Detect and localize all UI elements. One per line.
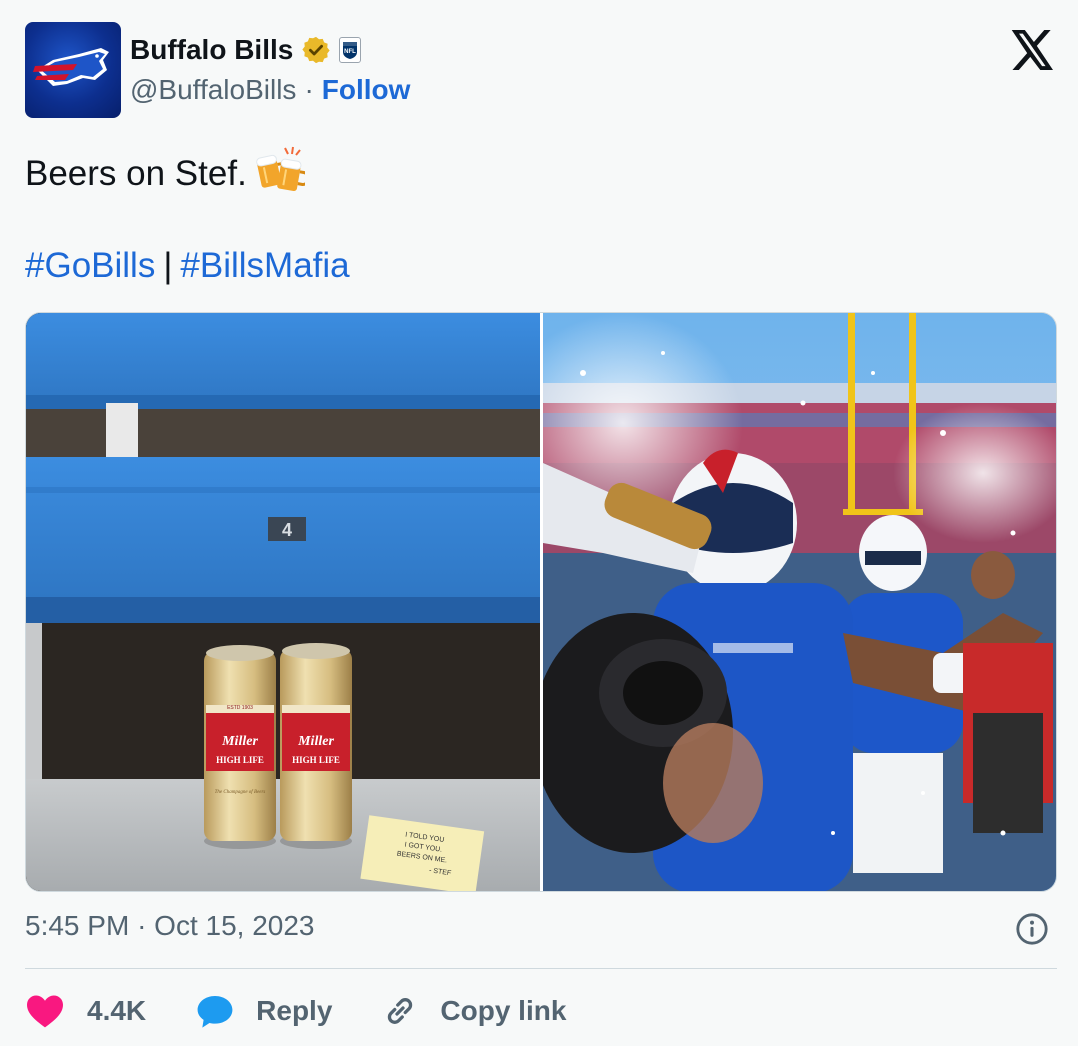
- can-product-label: HIGH LIFE: [216, 755, 264, 765]
- tweet-header: Buffalo Bills NFL @BuffaloBills · Follow: [25, 22, 1055, 118]
- hashtag-billsmafia[interactable]: #BillsMafia: [180, 246, 349, 285]
- tweet-timestamp[interactable]: 5:45 PM · Oct 15, 2023: [25, 910, 315, 942]
- beer-mugs-emoji-icon: [255, 144, 311, 207]
- hashtag-separator: |: [163, 246, 173, 285]
- avatar[interactable]: [25, 22, 121, 118]
- like-count: 4.4K: [87, 995, 147, 1026]
- follow-button[interactable]: Follow: [322, 74, 411, 106]
- reply-button[interactable]: Reply: [196, 993, 332, 1029]
- reply-label: Reply: [256, 995, 333, 1026]
- tweet-body: Beers on Stef.: [25, 153, 247, 193]
- tweet-text: Beers on Stef.: [25, 144, 311, 207]
- hashtag-gobills[interactable]: #GoBills: [25, 246, 155, 285]
- copy-link-button[interactable]: Copy link: [382, 993, 566, 1029]
- timestamp-separator: ·: [137, 910, 147, 941]
- like-button[interactable]: 4.4K: [25, 993, 146, 1029]
- tweet-time: 5:45 PM: [25, 910, 130, 941]
- x-logo-icon[interactable]: [1011, 30, 1055, 70]
- tweet-date: Oct 15, 2023: [154, 910, 315, 941]
- can-estd-label: ESTD 1903: [227, 705, 253, 711]
- nfl-affiliate-badge-icon[interactable]: NFL: [339, 37, 362, 63]
- seat-number: 4: [282, 520, 292, 540]
- hashtag-line: #GoBills | #BillsMafia: [25, 242, 350, 290]
- media-grid: 4 ESTD 1903 Miller HIGH LIFE The Champag…: [25, 312, 1057, 892]
- can-slogan-label: The Champagne of Beers: [215, 790, 266, 795]
- link-icon: [388, 998, 413, 1024]
- action-bar: 4.4K Reply Copy link: [25, 988, 616, 1034]
- svg-text:HIGH LIFE: HIGH LIFE: [292, 755, 340, 765]
- account-name[interactable]: Buffalo Bills: [130, 34, 293, 66]
- heart-icon: [27, 995, 63, 1028]
- copy-link-label: Copy link: [440, 995, 567, 1026]
- photo-celebration[interactable]: [543, 313, 1056, 891]
- divider: [25, 968, 1057, 969]
- bills-logo-icon: [33, 48, 109, 86]
- account-handle[interactable]: @BuffaloBills: [130, 74, 296, 106]
- can-brand-label: Miller: [221, 734, 258, 749]
- svg-text:NFL: NFL: [345, 49, 357, 55]
- svg-text:Miller: Miller: [297, 734, 334, 749]
- info-icon[interactable]: [1015, 912, 1049, 946]
- reply-bubble-icon: [197, 995, 233, 1028]
- verified-badge-icon: [302, 36, 330, 64]
- photo-beer-cans[interactable]: 4 ESTD 1903 Miller HIGH LIFE The Champag…: [26, 313, 540, 891]
- handle-separator: ·: [304, 74, 314, 105]
